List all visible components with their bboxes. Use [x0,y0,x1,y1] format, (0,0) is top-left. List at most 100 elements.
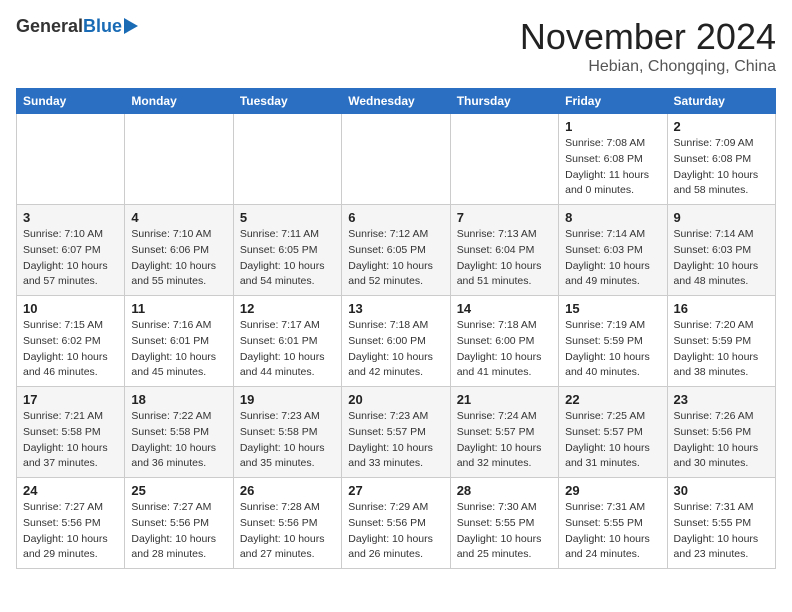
weekday-header: Sunday [17,89,125,114]
calendar-cell: 13 Sunrise: 7:18 AM Sunset: 6:00 PM Dayli… [342,296,450,387]
day-number: 23 [674,392,769,407]
calendar-week-row: 1 Sunrise: 7:08 AM Sunset: 6:08 PM Daylig… [17,114,776,205]
calendar-cell [342,114,450,205]
calendar-cell [17,114,125,205]
day-info: Sunrise: 7:19 AM Sunset: 5:59 PM Dayligh… [565,318,660,381]
day-info: Sunrise: 7:31 AM Sunset: 5:55 PM Dayligh… [565,500,660,563]
day-number: 22 [565,392,660,407]
day-number: 8 [565,210,660,225]
calendar-cell [233,114,341,205]
day-info: Sunrise: 7:18 AM Sunset: 6:00 PM Dayligh… [348,318,443,381]
day-number: 14 [457,301,552,316]
day-number: 21 [457,392,552,407]
day-info: Sunrise: 7:21 AM Sunset: 5:58 PM Dayligh… [23,409,118,472]
day-info: Sunrise: 7:14 AM Sunset: 6:03 PM Dayligh… [674,227,769,290]
day-number: 4 [131,210,226,225]
calendar-cell: 19 Sunrise: 7:23 AM Sunset: 5:58 PM Dayli… [233,387,341,478]
day-info: Sunrise: 7:14 AM Sunset: 6:03 PM Dayligh… [565,227,660,290]
calendar-cell: 7Sunrise: 7:13 AM Sunset: 6:04 PM Daylig… [450,205,558,296]
location-title: Hebian, Chongqing, China [520,58,776,76]
day-number: 5 [240,210,335,225]
day-info: Sunrise: 7:13 AM Sunset: 6:04 PM Dayligh… [457,227,552,290]
calendar-cell: 26Sunrise: 7:28 AM Sunset: 5:56 PM Dayli… [233,478,341,569]
day-info: Sunrise: 7:23 AM Sunset: 5:58 PM Dayligh… [240,409,335,472]
calendar-cell: 16 Sunrise: 7:20 AM Sunset: 5:59 PM Dayli… [667,296,775,387]
calendar-cell: 1 Sunrise: 7:08 AM Sunset: 6:08 PM Daylig… [559,114,667,205]
day-number: 9 [674,210,769,225]
weekday-header: Friday [559,89,667,114]
day-number: 27 [348,483,443,498]
logo-general-text: General [16,16,83,37]
day-number: 16 [674,301,769,316]
calendar-cell: 24 Sunrise: 7:27 AM Sunset: 5:56 PM Dayli… [17,478,125,569]
calendar-cell [450,114,558,205]
day-number: 24 [23,483,118,498]
day-info: Sunrise: 7:29 AM Sunset: 5:56 PM Dayligh… [348,500,443,563]
day-info: Sunrise: 7:10 AM Sunset: 6:06 PM Dayligh… [131,227,226,290]
calendar-cell: 21 Sunrise: 7:24 AM Sunset: 5:57 PM Dayli… [450,387,558,478]
day-info: Sunrise: 7:15 AM Sunset: 6:02 PM Dayligh… [23,318,118,381]
weekday-header: Saturday [667,89,775,114]
day-info: Sunrise: 7:09 AM Sunset: 6:08 PM Dayligh… [674,136,769,199]
day-number: 26 [240,483,335,498]
day-info: Sunrise: 7:20 AM Sunset: 5:59 PM Dayligh… [674,318,769,381]
day-info: Sunrise: 7:16 AM Sunset: 6:01 PM Dayligh… [131,318,226,381]
calendar-cell: 14 Sunrise: 7:18 AM Sunset: 6:00 PM Dayli… [450,296,558,387]
calendar-cell: 25Sunrise: 7:27 AM Sunset: 5:56 PM Dayli… [125,478,233,569]
day-number: 2 [674,119,769,134]
day-number: 18 [131,392,226,407]
calendar-week-row: 17 Sunrise: 7:21 AM Sunset: 5:58 PM Dayli… [17,387,776,478]
day-number: 1 [565,119,660,134]
calendar-cell: 27 Sunrise: 7:29 AM Sunset: 5:56 PM Dayli… [342,478,450,569]
calendar-cell: 20Sunrise: 7:23 AM Sunset: 5:57 PM Dayli… [342,387,450,478]
calendar-cell: 17 Sunrise: 7:21 AM Sunset: 5:58 PM Dayli… [17,387,125,478]
logo-arrow-icon [124,18,138,34]
day-info: Sunrise: 7:25 AM Sunset: 5:57 PM Dayligh… [565,409,660,472]
calendar-cell: 9 Sunrise: 7:14 AM Sunset: 6:03 PM Daylig… [667,205,775,296]
day-number: 3 [23,210,118,225]
day-info: Sunrise: 7:23 AM Sunset: 5:57 PM Dayligh… [348,409,443,472]
day-number: 19 [240,392,335,407]
day-info: Sunrise: 7:31 AM Sunset: 5:55 PM Dayligh… [674,500,769,563]
calendar-cell: 6 Sunrise: 7:12 AM Sunset: 6:05 PM Daylig… [342,205,450,296]
day-info: Sunrise: 7:27 AM Sunset: 5:56 PM Dayligh… [23,500,118,563]
calendar-cell: 23Sunrise: 7:26 AM Sunset: 5:56 PM Dayli… [667,387,775,478]
day-info: Sunrise: 7:30 AM Sunset: 5:55 PM Dayligh… [457,500,552,563]
calendar-cell: 22 Sunrise: 7:25 AM Sunset: 5:57 PM Dayli… [559,387,667,478]
calendar-cell: 2 Sunrise: 7:09 AM Sunset: 6:08 PM Daylig… [667,114,775,205]
day-info: Sunrise: 7:24 AM Sunset: 5:57 PM Dayligh… [457,409,552,472]
day-number: 11 [131,301,226,316]
day-info: Sunrise: 7:22 AM Sunset: 5:58 PM Dayligh… [131,409,226,472]
month-title: November 2024 [520,16,776,58]
day-info: Sunrise: 7:11 AM Sunset: 6:05 PM Dayligh… [240,227,335,290]
calendar-week-row: 10 Sunrise: 7:15 AM Sunset: 6:02 PM Dayli… [17,296,776,387]
calendar-cell: 29 Sunrise: 7:31 AM Sunset: 5:55 PM Dayli… [559,478,667,569]
day-number: 17 [23,392,118,407]
day-info: Sunrise: 7:12 AM Sunset: 6:05 PM Dayligh… [348,227,443,290]
day-info: Sunrise: 7:18 AM Sunset: 6:00 PM Dayligh… [457,318,552,381]
calendar-cell: 15 Sunrise: 7:19 AM Sunset: 5:59 PM Dayli… [559,296,667,387]
calendar-cell: 5 Sunrise: 7:11 AM Sunset: 6:05 PM Daylig… [233,205,341,296]
day-number: 15 [565,301,660,316]
calendar-header-row: SundayMondayTuesdayWednesdayThursdayFrid… [17,89,776,114]
calendar-cell: 8 Sunrise: 7:14 AM Sunset: 6:03 PM Daylig… [559,205,667,296]
calendar-cell: 10 Sunrise: 7:15 AM Sunset: 6:02 PM Dayli… [17,296,125,387]
day-number: 10 [23,301,118,316]
day-number: 6 [348,210,443,225]
weekday-header: Wednesday [342,89,450,114]
day-info: Sunrise: 7:08 AM Sunset: 6:08 PM Dayligh… [565,136,660,199]
weekday-header: Tuesday [233,89,341,114]
day-number: 28 [457,483,552,498]
calendar-cell: 30Sunrise: 7:31 AM Sunset: 5:55 PM Dayli… [667,478,775,569]
calendar-table: SundayMondayTuesdayWednesdayThursdayFrid… [16,88,776,569]
calendar-cell: 12Sunrise: 7:17 AM Sunset: 6:01 PM Dayli… [233,296,341,387]
calendar-week-row: 3Sunrise: 7:10 AM Sunset: 6:07 PM Daylig… [17,205,776,296]
page-header: General Blue November 2024 Hebian, Chong… [16,16,776,76]
title-block: November 2024 Hebian, Chongqing, China [520,16,776,76]
logo: General Blue [16,16,138,37]
weekday-header: Monday [125,89,233,114]
weekday-header: Thursday [450,89,558,114]
day-number: 29 [565,483,660,498]
day-number: 13 [348,301,443,316]
calendar-cell: 28 Sunrise: 7:30 AM Sunset: 5:55 PM Dayli… [450,478,558,569]
